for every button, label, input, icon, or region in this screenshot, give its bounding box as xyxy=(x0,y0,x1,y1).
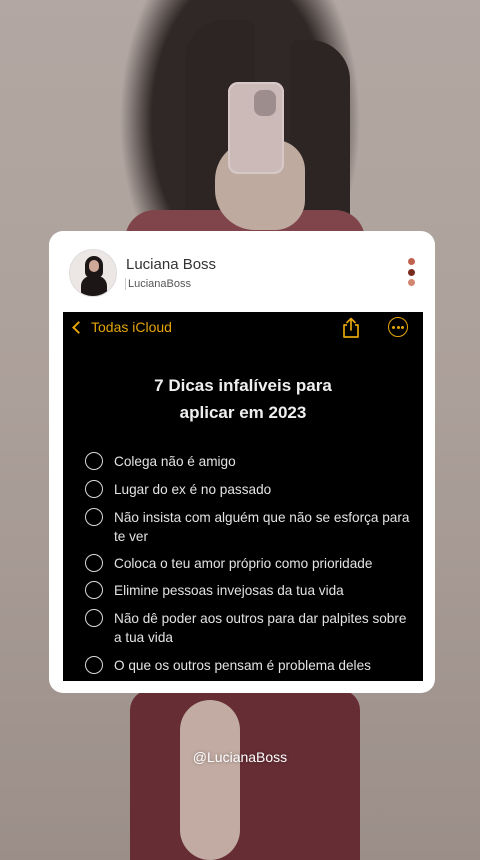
checkbox-circle-icon[interactable] xyxy=(85,581,103,599)
checkbox-circle-icon[interactable] xyxy=(85,508,103,526)
user-handle[interactable]: LucianaBoss xyxy=(125,278,191,290)
avatar[interactable] xyxy=(69,249,117,297)
menu-dot xyxy=(408,268,415,276)
checklist-item: Lugar do ex é no passado xyxy=(85,480,415,499)
checkbox-circle-icon[interactable] xyxy=(85,656,103,674)
share-icon[interactable] xyxy=(341,317,361,339)
back-button[interactable]: Todas iCloud xyxy=(71,318,172,336)
watermark-handle: @LucianaBoss xyxy=(192,749,288,765)
checklist-item: Colega não é amigo xyxy=(85,452,415,471)
checklist-item: Elimine pessoas invejosas da tua vida xyxy=(85,581,415,600)
checklist-item: Não insista com alguém que não se esforç… xyxy=(85,508,415,546)
ellipsis-circle-icon[interactable] xyxy=(388,317,408,337)
menu-dot xyxy=(408,258,415,265)
checklist-item: Não dê poder aos outros para dar palpite… xyxy=(85,609,415,647)
more-options-icon[interactable] xyxy=(408,258,416,290)
checkbox-circle-icon[interactable] xyxy=(85,452,103,470)
back-label: Todas iCloud xyxy=(91,319,172,335)
checkbox-circle-icon[interactable] xyxy=(85,480,103,498)
checkbox-circle-icon[interactable] xyxy=(85,554,103,572)
notes-screenshot: Todas iCloud 7 Dicas infalíveis para apl… xyxy=(63,312,423,681)
chevron-left-icon xyxy=(72,320,85,334)
user-name[interactable]: Luciana Boss xyxy=(126,256,216,273)
checklist-item: O que os outros pensam é problema deles xyxy=(85,656,415,675)
menu-dot xyxy=(408,279,415,286)
checkbox-circle-icon[interactable] xyxy=(85,609,103,627)
note-title: 7 Dicas infalíveis para aplicar em 2023 xyxy=(154,376,332,422)
post-card: Luciana Boss LucianaBoss Todas iCloud 7 … xyxy=(49,231,435,693)
checklist-item: Coloca o teu amor próprio como prioridad… xyxy=(85,554,415,573)
